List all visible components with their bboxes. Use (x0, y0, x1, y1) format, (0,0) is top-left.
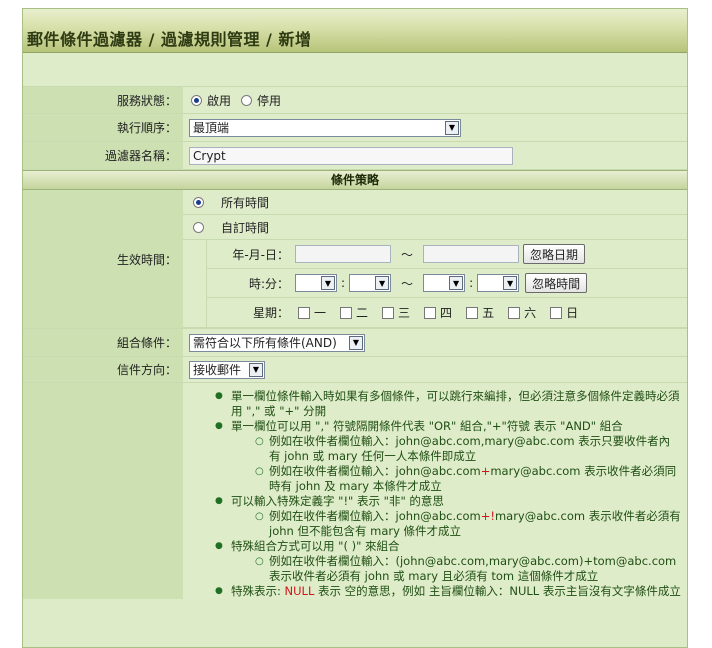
service-status-row: 服務狀態： 啟用 停用 (23, 87, 687, 114)
weekday-checkbox-sun[interactable] (550, 306, 563, 319)
order-select-value: 最頂端 (193, 121, 230, 135)
note-item: 單一欄位可以用 "," 符號隔開條件代表 "OR" 組合,"+"符號 表示 "A… (215, 419, 681, 494)
note-null-keyword: NULL (284, 584, 315, 598)
note-subitem: 例如在收件者欄位輸入：(john@abc.com,mary@abc.com)+t… (255, 554, 681, 584)
start-date-input[interactable] (295, 245, 391, 263)
note-text: 特殊組合方式可以用 "( )" 來組合 (231, 539, 400, 553)
order-label: 執行順序： (23, 114, 183, 141)
direction-select-value: 接收郵件 (193, 363, 242, 377)
weekday-checkbox-fri[interactable] (466, 306, 479, 319)
weekday-mon-label: 一 (314, 306, 327, 320)
weekday-sun-label: 日 (566, 306, 579, 320)
date-label: 年-月-日： (232, 247, 289, 262)
custom-time-details: 年-月-日： ～ 忽略日期 時:分： ▼ : ▼ ～ ▼ : ▼ 忽略時間 星期… (183, 240, 687, 328)
chevron-down-icon: ▼ (445, 120, 459, 135)
effective-time-block: 生效時間： 所有時間 自訂時間 年-月-日： ～ 忽略日期 時:分： ▼: ▼… (23, 190, 687, 329)
order-row: 執行順序： 最頂端 ▼ (23, 114, 687, 142)
all-time-row: 所有時間 (183, 190, 687, 215)
note-subitem: 例如在收件者欄位輸入：john@abc.com+!mary@abc.com 表示… (255, 509, 681, 539)
time-tilde: ～ (401, 276, 414, 291)
weekday-checkbox-wed[interactable] (382, 306, 395, 319)
note-text: 特殊表示: (231, 584, 285, 598)
status-enabled-label: 啟用 (207, 93, 232, 108)
weekday-label: 星期： (252, 306, 289, 320)
direction-select[interactable]: 接收郵件 ▼ (189, 360, 265, 379)
weekday-fri-label: 五 (482, 306, 495, 320)
end-minute-select[interactable]: ▼ (477, 274, 520, 292)
filter-name-label: 過濾器名稱： (23, 142, 183, 169)
weekday-row: 星期： 一 二 三 四 五 六 日 (207, 298, 687, 327)
combine-select-value: 需符合以下所有條件(AND) (193, 336, 337, 350)
blank-band (23, 53, 687, 87)
note-text: 可以輸入特殊定義字 "!" 表示 "非" 的意思 (231, 494, 444, 508)
chevron-down-icon: ▼ (449, 276, 464, 290)
weekday-checkbox-mon[interactable] (298, 306, 310, 319)
ignore-date-button[interactable]: 忽略日期 (523, 244, 586, 264)
note-text: 表示 空的意思，例如 主旨欄位輸入：NULL 表示主旨沒有文字條件成立 (314, 584, 681, 598)
notes-label-cell (23, 383, 183, 599)
combine-select[interactable]: 需符合以下所有條件(AND) ▼ (189, 333, 365, 352)
note-item: 特殊表示: NULL 表示 空的意思，例如 主旨欄位輸入：NULL 表示主旨沒有… (215, 584, 681, 599)
weekday-sat-label: 六 (524, 306, 537, 320)
note-text: 例如在收件者欄位輸入：john@abc.com (269, 464, 481, 478)
end-hour-select[interactable]: ▼ (423, 274, 466, 292)
time-colon: : (341, 276, 346, 290)
chevron-down-icon: ▼ (321, 276, 335, 290)
note-item: 特殊組合方式可以用 "( )" 來組合 例如在收件者欄位輸入：(john@abc… (215, 539, 681, 584)
weekday-tue-label: 二 (356, 306, 369, 320)
time-range-row: 時:分： ▼ : ▼ ～ ▼ : ▼ 忽略時間 (207, 269, 687, 298)
service-status-label: 服務狀態： (23, 87, 183, 113)
note-item: 可以輸入特殊定義字 "!" 表示 "非" 的意思 例如在收件者欄位輸入：john… (215, 494, 681, 539)
filter-name-row: 過濾器名稱： Crypt (23, 142, 687, 170)
time-colon: : (469, 276, 474, 290)
order-select[interactable]: 最頂端 ▼ (189, 118, 461, 137)
weekday-checkbox-thu[interactable] (424, 306, 437, 319)
note-text: 單一欄位可以用 "," 符號隔開條件代表 "OR" 組合,"+"符號 表示 "A… (231, 419, 623, 433)
notes-body: 單一欄位條件輸入時如果有多個條件，可以跳行來編排，但必須注意多個條件定義時必須用… (183, 383, 687, 599)
condition-section-header: 條件策略 (23, 170, 687, 190)
weekday-wed-label: 三 (398, 306, 411, 320)
ignore-time-button[interactable]: 忽略時間 (525, 273, 588, 293)
weekday-checkbox-sat[interactable] (508, 306, 521, 319)
direction-label: 信件方向： (23, 357, 183, 382)
status-enabled-radio[interactable] (191, 94, 202, 106)
custom-time-row: 自訂時間 (183, 215, 687, 240)
notes-list: 單一欄位條件輸入時如果有多個條件，可以跳行來編排，但必須注意多個條件定義時必須用… (183, 389, 681, 599)
note-subitem: 例如在收件者欄位輸入：john@abc.com,mary@abc.com 表示只… (255, 434, 681, 464)
status-disabled-label: 停用 (257, 93, 282, 108)
chevron-down-icon: ▼ (503, 276, 518, 290)
combine-row: 組合條件： 需符合以下所有條件(AND) ▼ (23, 329, 687, 357)
custom-time-radio[interactable] (193, 221, 204, 233)
end-date-input[interactable] (423, 245, 520, 263)
direction-row: 信件方向： 接收郵件 ▼ (23, 357, 687, 383)
date-tilde: ～ (401, 247, 414, 262)
note-item: 單一欄位條件輸入時如果有多個條件，可以跳行來編排，但必須注意多個條件定義時必須用… (215, 389, 681, 419)
chevron-down-icon: ▼ (375, 276, 390, 290)
note-operator: +! (480, 509, 495, 523)
start-hour-select[interactable]: ▼ (295, 274, 337, 292)
all-time-label: 所有時間 (221, 195, 270, 210)
start-minute-select[interactable]: ▼ (349, 274, 392, 292)
notes-row: 單一欄位條件輸入時如果有多個條件，可以跳行來編排，但必須注意多個條件定義時必須用… (23, 383, 687, 599)
combine-label: 組合條件： (23, 329, 183, 356)
page-title: 郵件條件過濾器 / 過濾規則管理 / 新增 (23, 9, 687, 53)
weekday-checkbox-tue[interactable] (340, 306, 353, 319)
custom-time-label: 自訂時間 (221, 220, 270, 235)
time-label: 時:分： (248, 276, 289, 291)
filter-form-panel: 郵件條件過濾器 / 過濾規則管理 / 新增 服務狀態： 啟用 停用 執行順序： … (22, 8, 688, 648)
status-disabled-radio[interactable] (241, 94, 253, 106)
date-range-row: 年-月-日： ～ 忽略日期 (207, 240, 687, 269)
note-subitem: 例如在收件者欄位輸入：john@abc.com+mary@abc.com 表示收… (255, 464, 681, 494)
all-time-radio[interactable] (193, 196, 204, 208)
note-operator: + (480, 464, 491, 478)
chevron-down-icon: ▼ (349, 335, 363, 350)
effective-time-label: 生效時間： (23, 190, 183, 328)
note-text: 例如在收件者欄位輸入：john@abc.com (269, 509, 481, 523)
chevron-down-icon: ▼ (249, 362, 263, 377)
filter-name-input[interactable]: Crypt (189, 146, 513, 165)
weekday-thu-label: 四 (440, 306, 453, 320)
